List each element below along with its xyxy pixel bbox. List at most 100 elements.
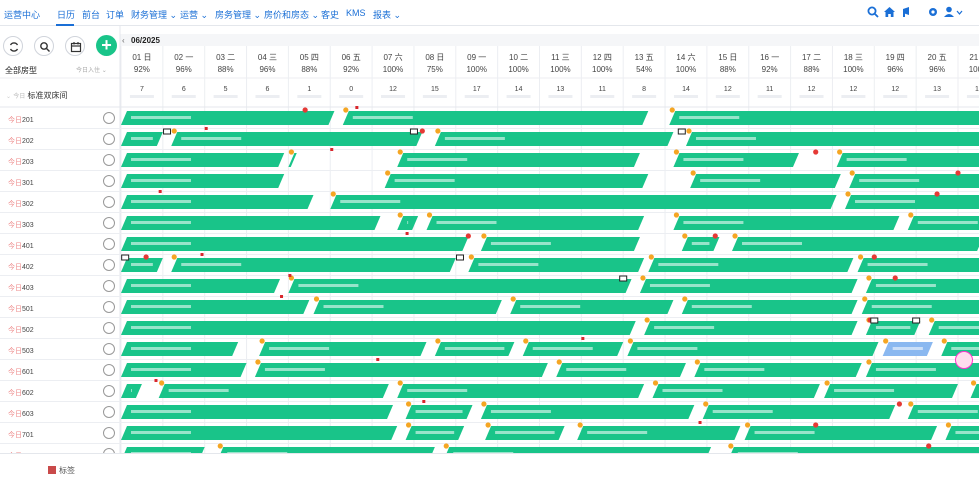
room-status-icon[interactable]: [103, 133, 115, 145]
checkin-marker: [640, 275, 646, 281]
checkin-marker: [485, 422, 491, 428]
broadcast-icon[interactable]: [901, 5, 913, 23]
nav-item-2[interactable]: 前台: [82, 8, 100, 21]
tag-marker: [288, 274, 292, 277]
day-header-date: 18 三: [844, 53, 863, 62]
day-header-date: 08 日: [425, 53, 444, 62]
room-row-501[interactable]: 今日501: [0, 297, 120, 318]
refresh-button[interactable]: [3, 36, 23, 56]
nav-item-0[interactable]: 运营中心: [4, 8, 40, 21]
room-status-icon[interactable]: [103, 406, 115, 418]
day-header-occupancy: 96%: [176, 65, 192, 74]
room-number: 今日202: [8, 138, 34, 145]
booking-guest-text: [532, 347, 593, 350]
nav-item-4[interactable]: 财务管理 ⌄: [131, 8, 177, 21]
calendar-picker-button[interactable]: [65, 36, 85, 56]
room-row-303[interactable]: 今日303: [0, 213, 120, 234]
room-row-403[interactable]: 今日403: [0, 276, 120, 297]
room-status-icon[interactable]: [103, 217, 115, 229]
room-row-701[interactable]: 今日701: [0, 423, 120, 444]
booking-guest-text: [566, 368, 627, 371]
checkin-marker: [837, 149, 843, 155]
room-row-603[interactable]: 今日603: [0, 402, 120, 423]
gear-icon[interactable]: [927, 5, 939, 23]
booking-guest-text: [691, 242, 710, 245]
checkin-marker: [686, 128, 692, 134]
search-icon[interactable]: [867, 5, 879, 23]
day-available-count: 8: [642, 86, 646, 93]
day-available-sub: [590, 95, 615, 98]
user-icon[interactable]: [943, 5, 963, 23]
booking-guest-text: [269, 347, 330, 350]
day-header-occupancy: 100%: [843, 65, 863, 74]
room-row-502[interactable]: 今日502: [0, 318, 120, 339]
nav-item-8[interactable]: 客史: [321, 8, 339, 21]
room-row-602[interactable]: 今日602: [0, 381, 120, 402]
room-row-301[interactable]: 今日301: [0, 171, 120, 192]
day-available-count: 12: [724, 86, 732, 93]
room-row-302[interactable]: 今日302: [0, 192, 120, 213]
booking-guest-text: [875, 326, 911, 329]
room-status-icon[interactable]: [103, 427, 115, 439]
day-header-date: 17 二: [802, 53, 821, 62]
checkin-marker: [824, 380, 830, 386]
nav-item-9[interactable]: KMS: [346, 8, 366, 18]
day-available-sub: [757, 95, 782, 98]
booking-guest-text: [875, 368, 936, 371]
checkin-marker: [171, 254, 177, 260]
top-navigation: 运营中心 日历 前台 订单 财务管理 ⌄ 运营 ⌄ 房务管理 ⌄ 房价和房态 ⌄ 客史 KMS 报表…: [0, 0, 979, 26]
room-status-icon[interactable]: [103, 154, 115, 166]
nav-item-7[interactable]: 房价和房态 ⌄: [264, 8, 319, 21]
lock-icon: [619, 275, 628, 282]
checkin-marker: [510, 296, 516, 302]
day-available-sub: [213, 95, 238, 98]
booking-guest-text: [131, 179, 191, 182]
room-row-601[interactable]: 今日601: [0, 360, 120, 381]
nav-item-10[interactable]: 报表 ⌄: [373, 8, 401, 21]
collapse-icon: ⌄: [6, 94, 12, 100]
booking-guest-text: [649, 284, 710, 287]
room-row-202[interactable]: 今日202: [0, 129, 120, 150]
checkin-marker: [385, 170, 391, 176]
room-status-icon[interactable]: [103, 112, 115, 124]
nav-item-6[interactable]: 房务管理 ⌄: [215, 8, 261, 21]
search-button[interactable]: [34, 36, 54, 56]
room-status-icon[interactable]: [103, 364, 115, 376]
home-icon[interactable]: [883, 5, 896, 23]
room-status-icon[interactable]: [103, 259, 115, 271]
checkin-marker: [673, 212, 680, 218]
nav-item-5[interactable]: 运营 ⌄: [180, 8, 208, 21]
room-status-icon[interactable]: [103, 343, 115, 355]
booking-guest-text: [407, 158, 468, 161]
room-row-201[interactable]: 今日201: [0, 108, 120, 129]
room-status-icon[interactable]: [103, 301, 115, 313]
sub-filter[interactable]: 今日入住 ⌄: [76, 65, 107, 74]
room-status-icon[interactable]: [103, 238, 115, 250]
add-booking-button[interactable]: +: [96, 35, 117, 56]
room-status-icon[interactable]: [103, 175, 115, 187]
checkin-marker: [523, 338, 529, 344]
day-header-date: 14 六: [676, 52, 695, 62]
nav-item-1[interactable]: 日历: [57, 8, 75, 21]
room-status-icon[interactable]: [103, 322, 115, 334]
room-status-icon[interactable]: [103, 385, 115, 397]
room-number: 今日301: [8, 180, 34, 187]
day-available-count: 12: [891, 86, 899, 93]
checkin-marker: [343, 107, 349, 113]
room-status-icon[interactable]: [103, 280, 115, 292]
room-type-filter[interactable]: 全部房型: [5, 65, 37, 76]
room-type-group[interactable]: ⌄ 今日 标准双床间: [6, 90, 68, 101]
room-row-503[interactable]: 今日503: [0, 339, 120, 360]
booking-guest-text: [298, 284, 359, 287]
room-row-203[interactable]: 今日203: [0, 150, 120, 171]
nav-item-3[interactable]: 订单: [106, 8, 124, 21]
room-row-402[interactable]: 今日402: [0, 255, 120, 276]
room-status-icon[interactable]: [103, 196, 115, 208]
day-header-occupancy: 88%: [218, 65, 234, 74]
room-row-401[interactable]: 今日401: [0, 234, 120, 255]
checkin-marker: [652, 380, 659, 386]
booking-guest-text: [131, 431, 191, 434]
assistant-avatar[interactable]: [955, 351, 973, 369]
calendar-grid: 06/2025‹01 日92%701 日92%02 一96%602 一96%03…: [0, 0, 979, 480]
day-header-occupancy: 100%: [969, 65, 979, 74]
